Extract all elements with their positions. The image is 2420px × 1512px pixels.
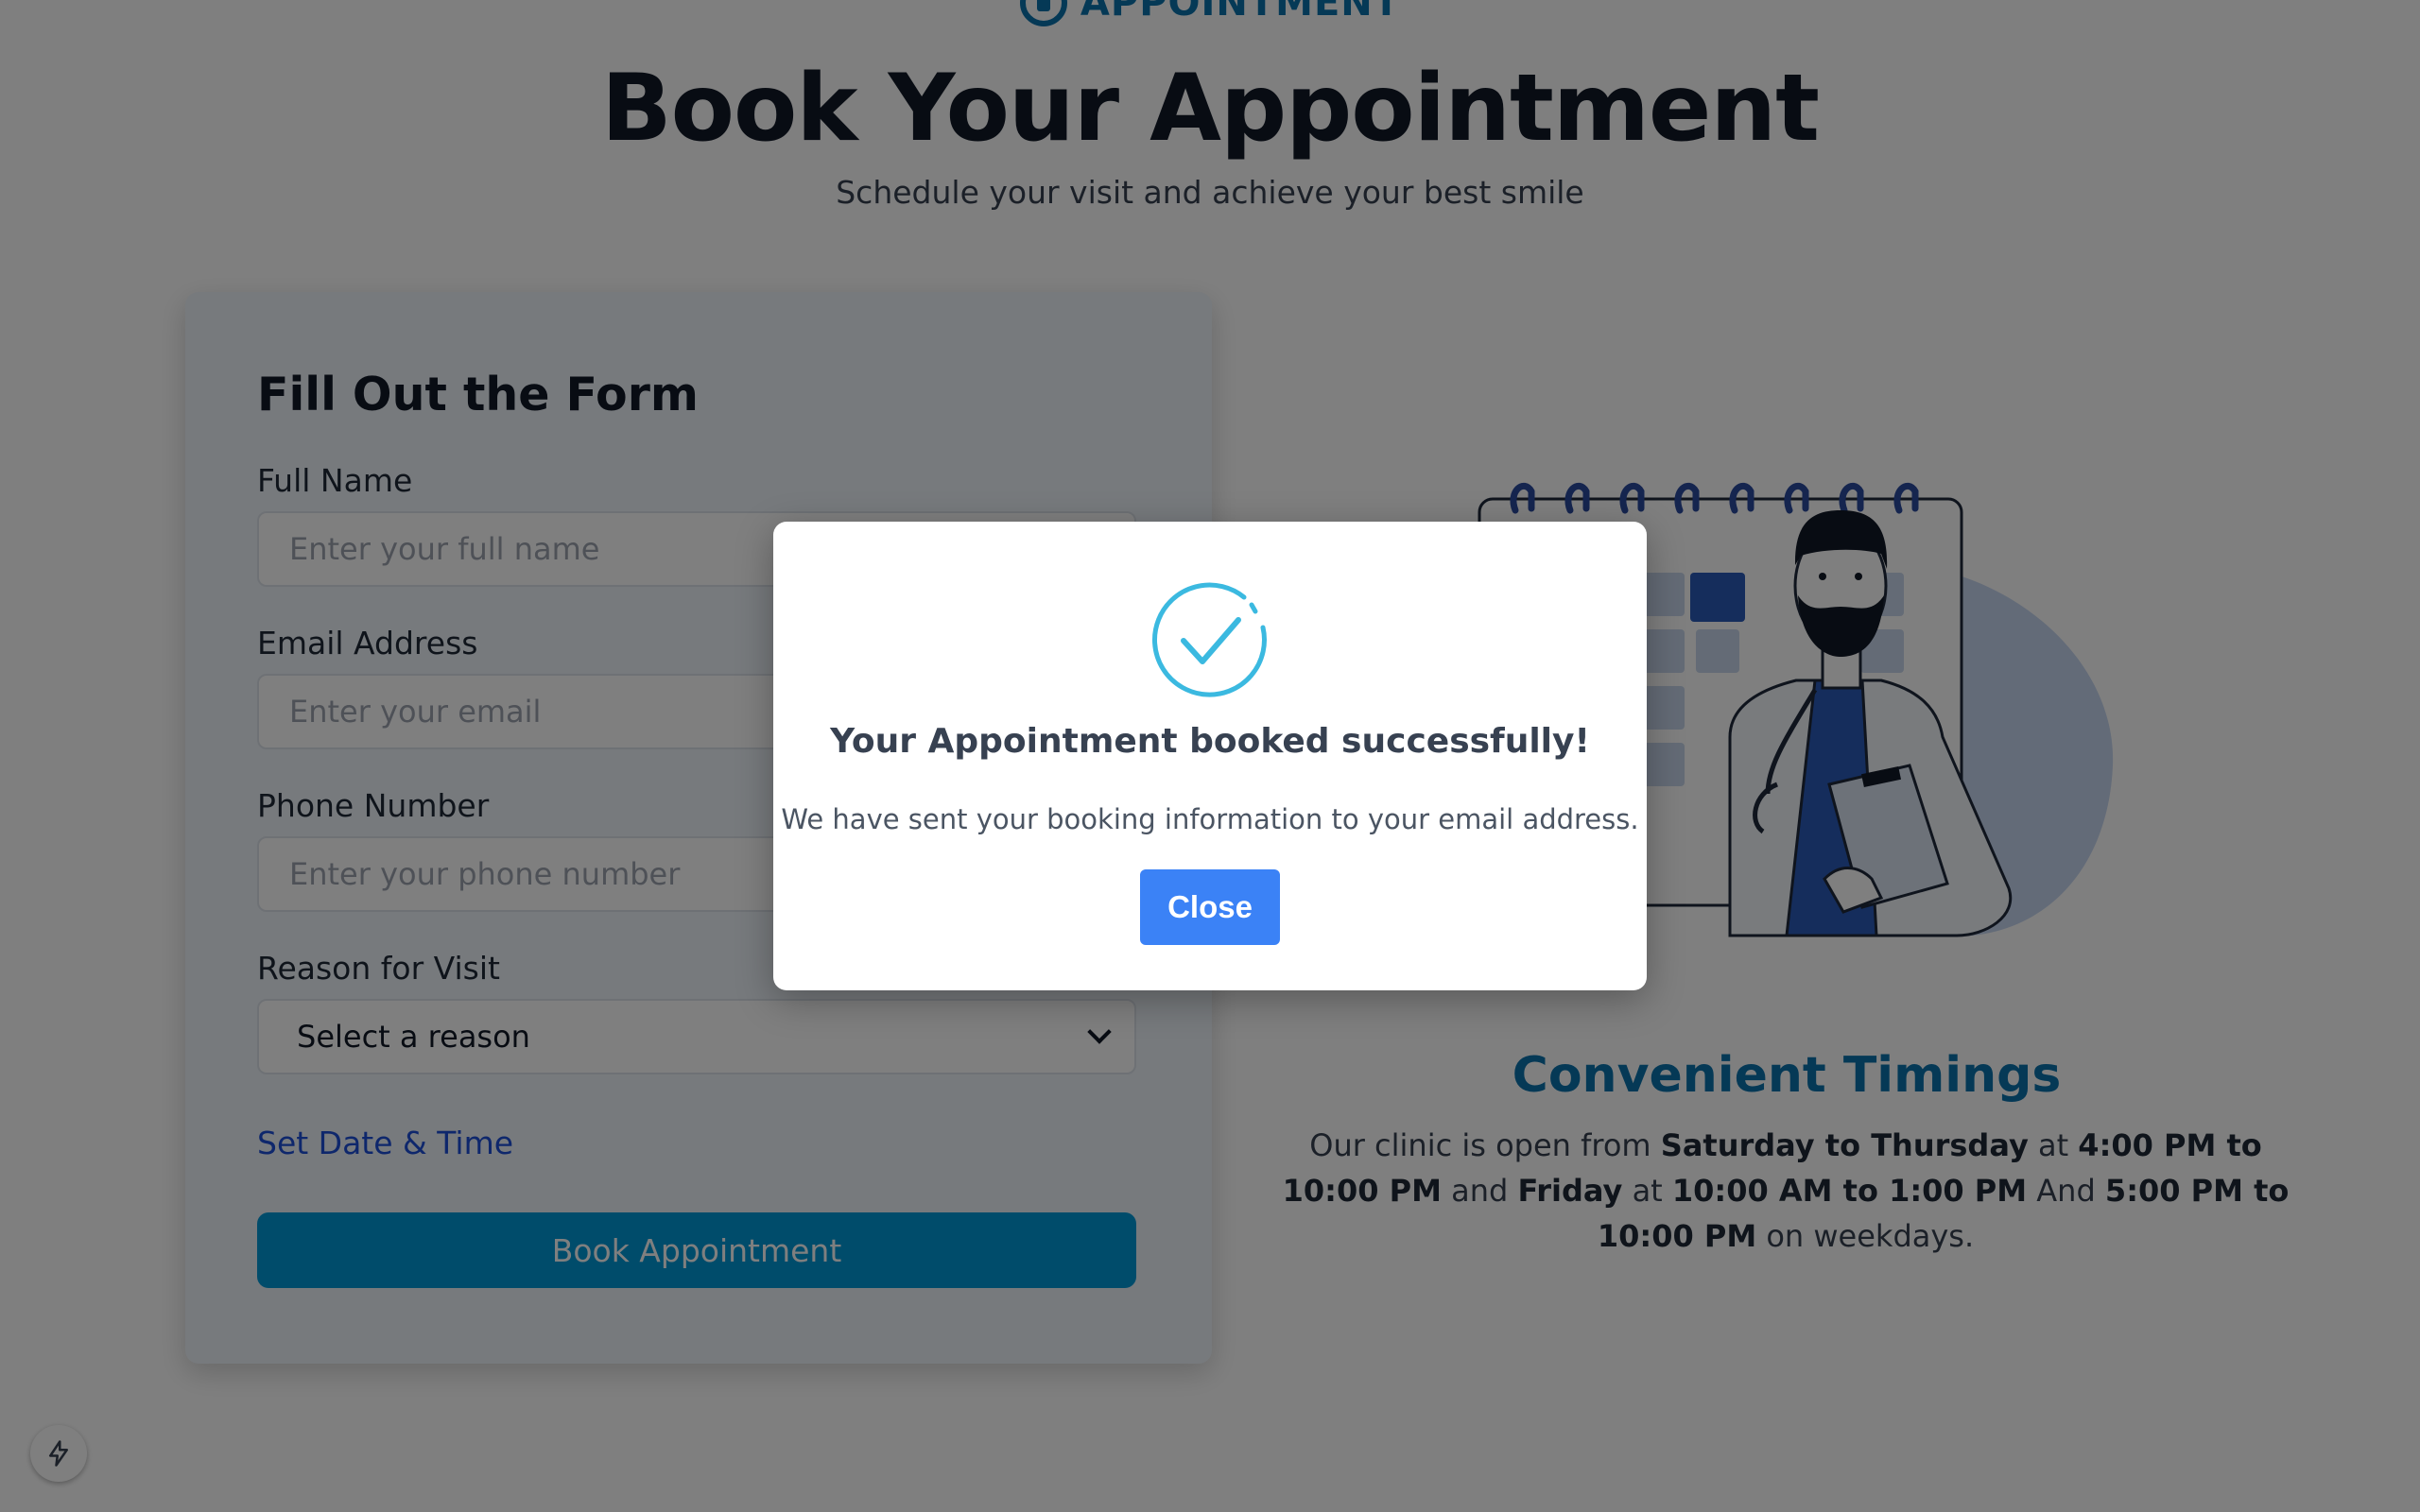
modal-title: Your Appointment booked successfully! [830,722,1590,761]
close-button[interactable]: Close [1140,869,1280,945]
success-modal: Your Appointment booked successfully! We… [773,522,1647,990]
success-check-icon [1152,582,1267,697]
modal-message: We have sent your booking information to… [781,803,1639,835]
